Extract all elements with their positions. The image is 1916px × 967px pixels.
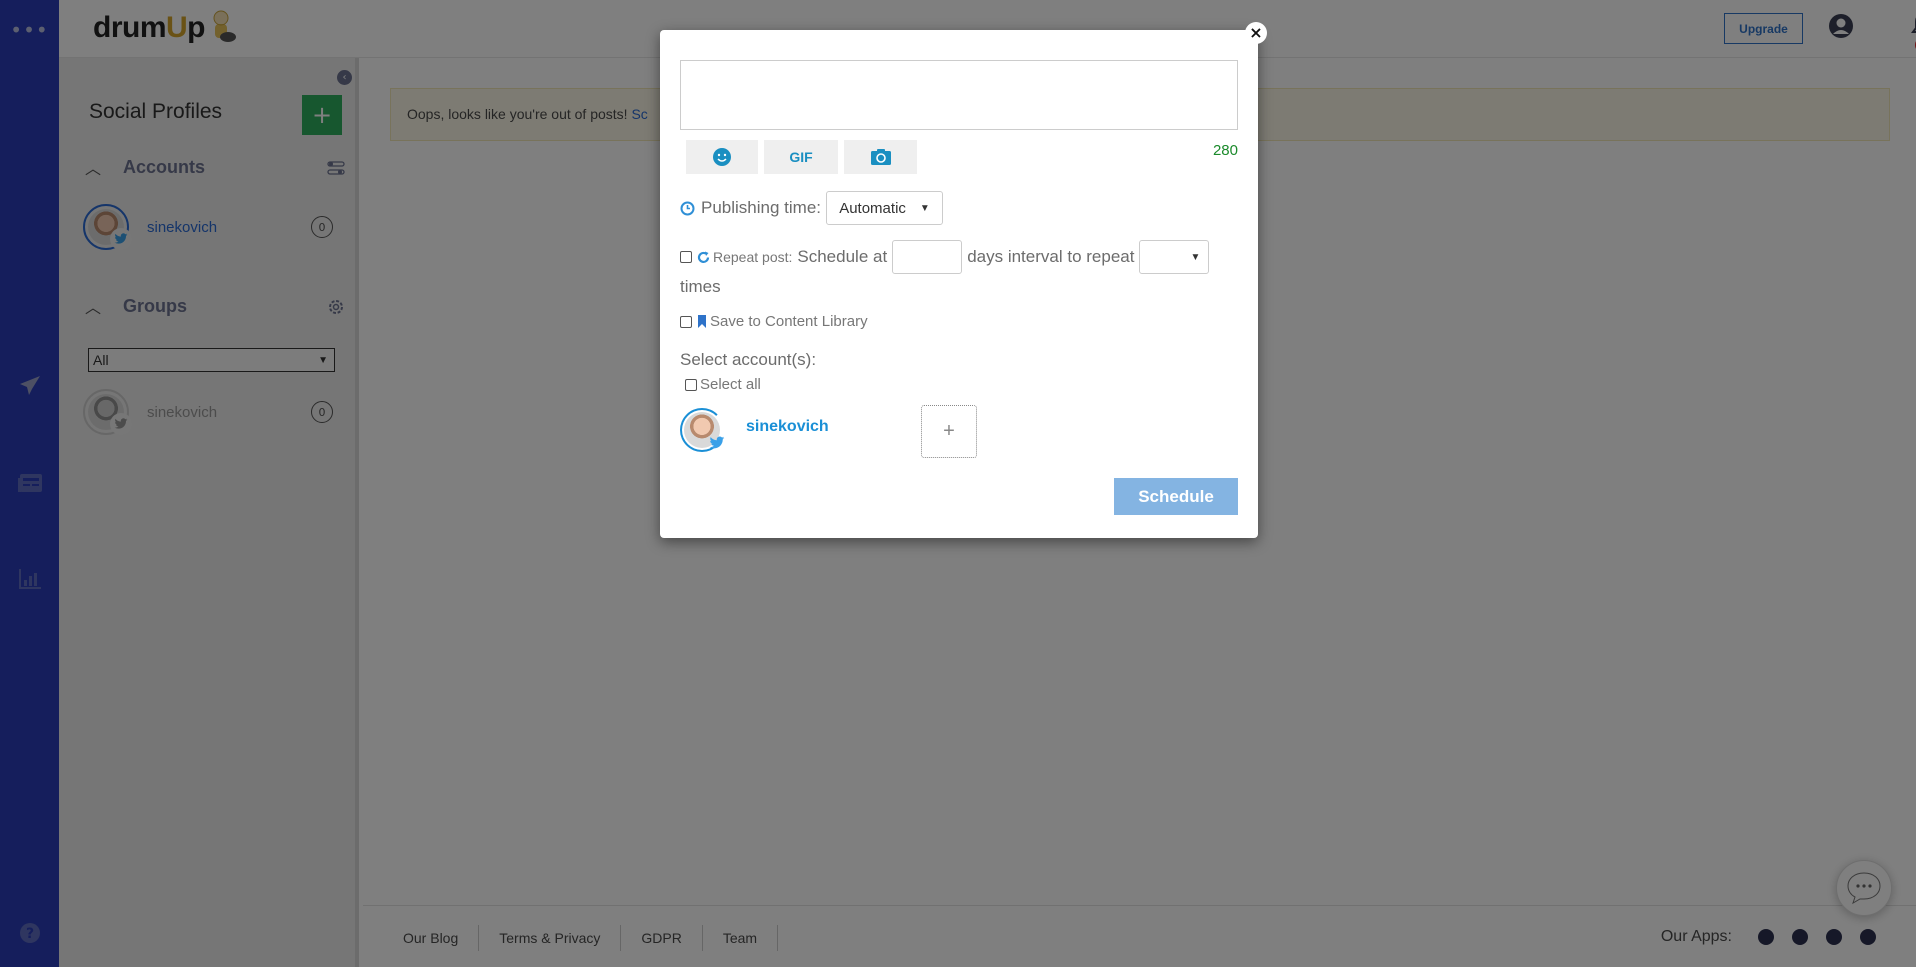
post-content-input[interactable] [680, 60, 1238, 130]
character-count: 280 [1212, 142, 1238, 159]
close-icon[interactable]: × [1245, 22, 1267, 44]
photo-upload-button[interactable] [844, 140, 917, 174]
smiley-icon [713, 148, 731, 166]
twitter-icon [706, 432, 728, 454]
save-library-checkbox[interactable] [680, 315, 692, 328]
refresh-icon [697, 251, 710, 263]
times-label: times [680, 277, 721, 296]
publishing-time-row: Publishing time: Automatic ▼ [680, 191, 944, 225]
account-name: sinekovich [746, 418, 829, 435]
gif-button[interactable]: GIF [764, 140, 838, 174]
add-account-button[interactable]: + [921, 405, 977, 458]
schedule-button[interactable]: Schedule [1114, 478, 1238, 515]
selectable-account[interactable]: sinekovich [680, 408, 829, 452]
clock-icon [680, 201, 695, 215]
repeat-days-input[interactable] [892, 240, 963, 274]
emoji-button[interactable] [686, 140, 758, 174]
save-to-library-row: Save to Content Library [680, 313, 868, 330]
repeat-post-row: Repeat post: Schedule at days interval t… [680, 240, 1240, 274]
avatar [680, 408, 725, 452]
select-accounts-label: Select account(s): [680, 350, 817, 369]
repeat-times-select[interactable]: ▼ [1139, 240, 1210, 274]
select-all-checkbox[interactable] [685, 378, 697, 391]
select-all-row: Select all [685, 376, 761, 393]
publishing-time-select[interactable]: Automatic ▼ [826, 191, 944, 225]
camera-icon [870, 149, 891, 165]
chevron-down-icon: ▼ [1190, 251, 1201, 263]
chevron-down-icon: ▼ [919, 202, 930, 214]
post-composer-modal: GIF 280 Publishing time: Automatic ▼ Rep… [660, 30, 1258, 538]
repeat-post-checkbox[interactable] [680, 251, 692, 263]
bookmark-icon [698, 315, 706, 328]
